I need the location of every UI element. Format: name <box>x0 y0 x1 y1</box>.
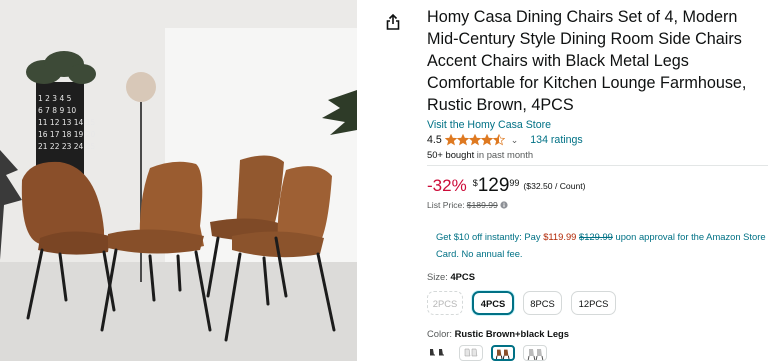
color-swatch-black[interactable] <box>427 345 451 361</box>
size-label: Size: 4PCS <box>427 271 475 282</box>
store-link[interactable]: Visit the Homy Casa Store <box>427 119 551 131</box>
product-title: Homy Casa Dining Chairs Set of 4, Modern… <box>427 8 747 114</box>
size-selected: 4PCS <box>450 271 475 282</box>
rating-row: 4.5 ⌄ 134 ratings <box>427 132 583 148</box>
share-icon[interactable] <box>384 13 402 31</box>
info-icon[interactable] <box>500 201 508 209</box>
size-option-4pcs[interactable]: 4PCS <box>472 291 514 315</box>
list-price-value: $189.99 <box>466 200 498 210</box>
color-swatch-grey[interactable] <box>523 345 547 361</box>
store-card-promo[interactable]: Get $10 off instantly: Pay $119.99 $129.… <box>436 228 768 262</box>
calendar-row: 21 22 23 24 25 <box>38 142 95 151</box>
price-block: -32% $ 129 99 ($32.50 / Count) <box>427 172 586 200</box>
unit-price: ($32.50 / Count) <box>523 181 586 191</box>
size-option-12pcs[interactable]: 12PCS <box>571 291 616 315</box>
promo-text: Get $10 off instantly: Pay <box>436 231 544 242</box>
bought-suffix: in past month <box>474 149 534 160</box>
star-icon <box>456 134 469 146</box>
calendar-row: 11 12 13 14 15 <box>38 118 95 127</box>
price-whole: 129 <box>477 175 510 196</box>
list-price: List Price: $189.99 <box>427 200 508 210</box>
promo-pay-price: $119.99 <box>543 231 577 242</box>
calendar-row: 6 7 8 9 10 <box>38 106 76 115</box>
star-icon <box>480 134 493 146</box>
list-price-label: List Price: <box>427 200 465 210</box>
color-swatches <box>427 345 547 361</box>
star-icon <box>492 134 505 146</box>
size-label-text: Size: <box>427 271 451 282</box>
color-label-text: Color: <box>427 328 455 339</box>
product-photo-scene: 1 2 3 4 5 6 7 8 9 10 11 12 13 14 15 16 1… <box>0 0 357 361</box>
discount-percent: -32% <box>427 176 467 195</box>
bought-count: 50+ bought <box>427 149 475 160</box>
size-option-2pcs[interactable]: 2PCS <box>427 291 463 315</box>
color-swatch-white[interactable] <box>459 345 483 361</box>
rating-value: 4.5 <box>427 134 442 146</box>
ratings-count-link[interactable]: 134 ratings <box>530 134 582 146</box>
calendar-row: 1 2 3 4 5 <box>38 94 72 103</box>
size-options: 2PCS 4PCS 8PCS 12PCS <box>427 291 616 315</box>
size-option-8pcs[interactable]: 8PCS <box>523 291 562 315</box>
star-icon <box>468 134 481 146</box>
promo-original-price: $129.99 <box>579 231 613 242</box>
color-selected: Rustic Brown+black Legs <box>454 328 569 339</box>
calendar-row: 16 17 18 19 20 <box>38 130 95 139</box>
price-fraction: 99 <box>509 178 520 188</box>
bought-in-past-month: 50+ bought in past month <box>427 149 533 160</box>
star-icon <box>444 134 457 146</box>
star-rating[interactable] <box>444 134 505 146</box>
color-label: Color: Rustic Brown+black Legs <box>427 328 569 339</box>
divider <box>427 165 768 166</box>
chevron-down-icon[interactable]: ⌄ <box>511 135 519 146</box>
product-image[interactable]: 1 2 3 4 5 6 7 8 9 10 11 12 13 14 15 16 1… <box>0 0 357 361</box>
color-swatch-rustic-brown[interactable] <box>491 345 515 361</box>
